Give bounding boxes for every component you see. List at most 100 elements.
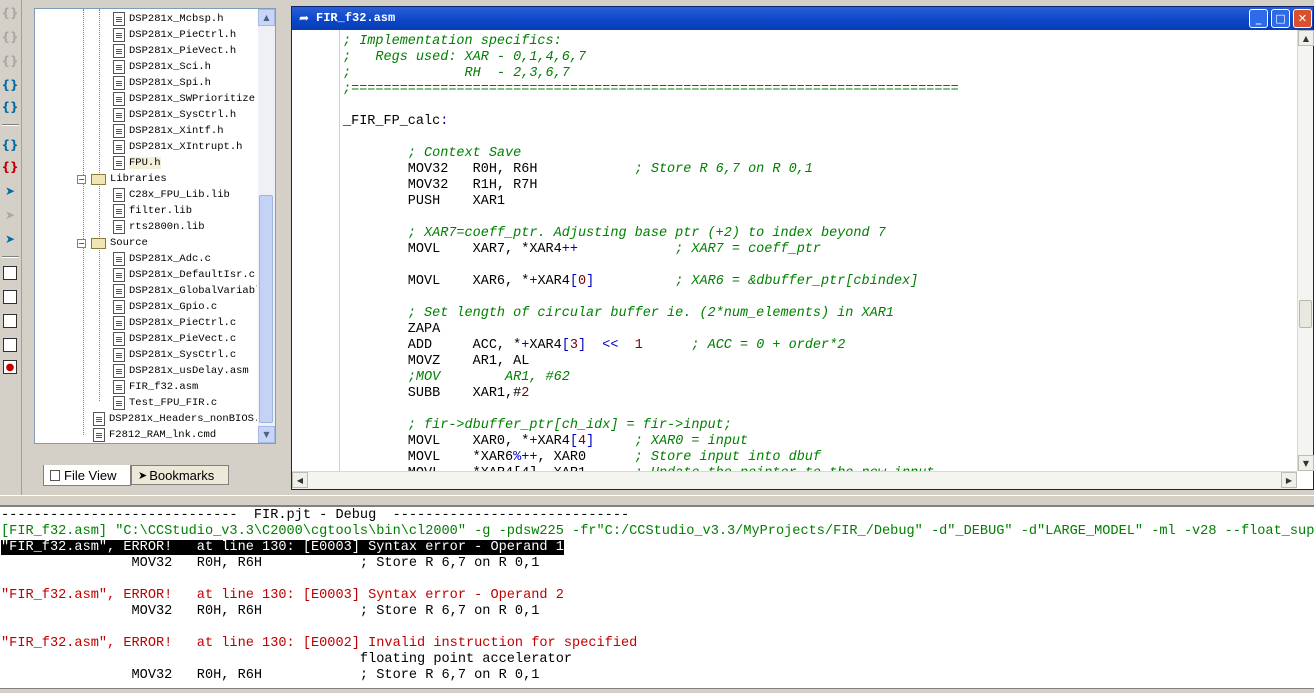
build-output-window[interactable]: ----------------------------- FIR.pjt - … bbox=[0, 505, 1314, 688]
tree-item[interactable]: F2812_RAM_lnk.cmd bbox=[93, 427, 216, 443]
code-line[interactable]: ;=======================================… bbox=[343, 82, 959, 98]
tree-item[interactable]: DSP281x_Gpio.c bbox=[113, 299, 217, 315]
tree-item[interactable]: Test_FPU_FIR.c bbox=[113, 395, 217, 411]
editor-scroll-up-icon[interactable]: ▲ bbox=[1298, 30, 1314, 46]
step-asm-into-icon[interactable]: {} bbox=[1, 98, 19, 116]
editor-title-bar[interactable]: ➦ FIR_f32.asm _ □ ✕ bbox=[292, 7, 1313, 30]
toggle-breakpoint-icon[interactable]: {} bbox=[1, 158, 19, 176]
code-line[interactable]: ; fir->dbuffer_ptr[ch_idx] = fir->input; bbox=[343, 418, 732, 434]
editor-scroll-right-icon[interactable]: ▶ bbox=[1281, 472, 1297, 488]
step-into-icon[interactable]: {} bbox=[1, 4, 19, 22]
output-line[interactable]: MOV32 R0H, R6H ; Store R 6,7 on R 0,1 bbox=[1, 556, 540, 572]
code-line[interactable]: MOVZ AR1, AL bbox=[343, 354, 530, 370]
tree-item[interactable]: DSP281x_Xintf.h bbox=[113, 123, 224, 139]
editor-scroll-down-icon[interactable]: ▼ bbox=[1298, 455, 1314, 471]
collapse-icon[interactable]: − bbox=[77, 174, 86, 184]
tree-folder[interactable]: − Libraries bbox=[77, 171, 167, 187]
step-over-icon[interactable]: {} bbox=[1, 28, 19, 46]
register-window-icon[interactable] bbox=[3, 290, 17, 304]
memory-window-icon[interactable] bbox=[3, 266, 17, 280]
code-line[interactable]: MOV32 R0H, R6H ; Store R 6,7 on R 0,1 bbox=[343, 162, 813, 178]
code-line[interactable]: ; Context Save bbox=[343, 146, 521, 162]
tree-item[interactable]: FIR_f32.asm bbox=[113, 379, 198, 395]
code-area[interactable]: ; Implementation specifics:; Regs used: … bbox=[292, 30, 1297, 471]
tree-item[interactable]: DSP281x_SysCtrl.h bbox=[113, 107, 236, 123]
tree-item[interactable]: DSP281x_PieVect.c bbox=[113, 331, 236, 347]
pane-splitter[interactable] bbox=[0, 495, 1314, 505]
file-icon bbox=[113, 76, 125, 90]
tree-item[interactable]: DSP281x_PieCtrl.h bbox=[113, 27, 236, 43]
output-line[interactable]: floating point accelerator bbox=[1, 652, 572, 668]
editor-horizontal-scrollbar[interactable]: ◀ ▶ bbox=[292, 471, 1297, 489]
tree-item[interactable]: DSP281x_GlobalVariabl bbox=[113, 283, 257, 299]
code-line[interactable]: ;MOV AR1, #62 bbox=[343, 370, 570, 386]
error-line[interactable]: "FIR_f32.asm", ERROR! at line 130: [E000… bbox=[1, 540, 564, 556]
tree-scroll-thumb[interactable] bbox=[259, 195, 273, 423]
code-line[interactable]: SUBB XAR1,#2 bbox=[343, 386, 530, 402]
editor-scroll-left-icon[interactable]: ◀ bbox=[292, 472, 308, 488]
scroll-up-icon[interactable]: ▲ bbox=[258, 9, 275, 26]
minimize-button[interactable]: _ bbox=[1249, 9, 1268, 28]
output-line[interactable]: [FIR_f32.asm] "C:\CCStudio_v3.3\C2000\cg… bbox=[1, 524, 1314, 540]
step-asm-over-icon[interactable]: {} bbox=[1, 136, 19, 154]
tree-item[interactable]: DSP281x_XIntrupt.h bbox=[113, 139, 242, 155]
tree-item[interactable]: DSP281x_PieVect.h bbox=[113, 43, 236, 59]
tree-item[interactable]: DSP281x_SysCtrl.c bbox=[113, 347, 236, 363]
tab-file-view[interactable]: File View bbox=[43, 465, 131, 486]
tree-item[interactable]: C28x_FPU_Lib.lib bbox=[113, 187, 230, 203]
tree-item[interactable]: DSP281x_Mcbsp.h bbox=[113, 11, 224, 27]
collapse-icon[interactable]: − bbox=[77, 238, 86, 248]
tree-item[interactable]: rts2800n.lib bbox=[113, 219, 205, 235]
editor-scroll-thumb[interactable] bbox=[1299, 300, 1312, 328]
step-out-icon[interactable]: {} bbox=[1, 52, 19, 70]
error-line[interactable]: "FIR_f32.asm", ERROR! at line 130: [E000… bbox=[1, 636, 637, 652]
editor-gutter[interactable] bbox=[292, 30, 340, 471]
code-line[interactable]: MOV32 R1H, R7H bbox=[343, 178, 538, 194]
code-line[interactable]: ADD ACC, *+XAR4[3] << 1 ; ACC = 0 + orde… bbox=[343, 338, 846, 354]
tree-item[interactable]: filter.lib bbox=[113, 203, 192, 219]
editor-vertical-scrollbar[interactable]: ▲ ▼ bbox=[1297, 30, 1314, 471]
file-icon bbox=[113, 28, 125, 42]
output-line[interactable]: ----------------------------- FIR.pjt - … bbox=[1, 508, 629, 524]
tree-item[interactable]: DSP281x_Sci.h bbox=[113, 59, 211, 75]
tab-bookmarks[interactable]: ➤ Bookmarks bbox=[131, 465, 229, 485]
error-line[interactable]: "FIR_f32.asm", ERROR! at line 130: [E000… bbox=[1, 588, 564, 604]
tree-folder[interactable]: − Source bbox=[77, 235, 148, 251]
project-tree[interactable]: DSP281x_Mcbsp.h DSP281x_PieCtrl.h DSP281x_… bbox=[35, 9, 257, 443]
halt-disabled-icon[interactable]: ➤ bbox=[1, 206, 19, 224]
tree-item[interactable]: DSP281x_Headers_nonBIOS. bbox=[93, 411, 257, 427]
run-to-cursor-icon[interactable]: {} bbox=[1, 76, 19, 94]
close-button[interactable]: ✕ bbox=[1293, 9, 1312, 28]
code-line[interactable]: MOVL XAR0, *+XAR4[4] ; XAR0 = input bbox=[343, 434, 748, 450]
scroll-down-icon[interactable]: ▼ bbox=[258, 426, 275, 443]
code-line[interactable]: ; Implementation specifics: bbox=[343, 34, 562, 50]
tree-item[interactable]: DSP281x_PieCtrl.c bbox=[113, 315, 236, 331]
code-line[interactable]: _FIR_FP_calc: bbox=[343, 114, 448, 130]
code-line[interactable]: ; Regs used: XAR - 0,1,4,6,7 bbox=[343, 50, 586, 66]
code-line[interactable]: ; RH - 2,3,6,7 bbox=[343, 66, 570, 82]
tree-item[interactable]: DSP281x_Adc.c bbox=[113, 251, 211, 267]
output-line[interactable]: MOV32 R0H, R6H ; Store R 6,7 on R 0,1 bbox=[1, 604, 540, 620]
run-icon[interactable]: ➤ bbox=[1, 182, 19, 200]
code-line[interactable]: ; XAR7=coeff_ptr. Adjusting base ptr (+2… bbox=[343, 226, 886, 242]
tree-item[interactable]: DSP281x_usDelay.asm bbox=[113, 363, 249, 379]
code-line[interactable]: MOVL XAR7, *XAR4++ ; XAR7 = coeff_ptr bbox=[343, 242, 821, 258]
disassembly-icon[interactable] bbox=[3, 314, 17, 328]
tree-item[interactable]: DSP281x_Spi.h bbox=[113, 75, 211, 91]
output-line[interactable]: MOV32 R0H, R6H ; Store R 6,7 on R 0,1 bbox=[1, 668, 540, 684]
code-line[interactable]: MOVL XAR6, *+XAR4[0] ; XAR6 = &dbuffer_p… bbox=[343, 274, 918, 290]
code-line[interactable]: ; Set length of circular buffer ie. (2*n… bbox=[343, 306, 894, 322]
code-line[interactable]: MOVL *XAR6%++, XAR0 ; Store input into d… bbox=[343, 450, 821, 466]
maximize-button[interactable]: □ bbox=[1271, 9, 1290, 28]
tree-item[interactable]: DSP281x_DefaultIsr.c bbox=[113, 267, 255, 283]
code-line[interactable]: ZAPA bbox=[343, 322, 440, 338]
tree-vertical-scrollbar[interactable]: ▲ ▼ bbox=[258, 9, 275, 443]
animate-icon[interactable]: ➤ bbox=[1, 230, 19, 248]
halt-icon[interactable]: ● bbox=[3, 360, 17, 374]
tree-item[interactable]: FPU.h bbox=[113, 155, 161, 171]
tree-item[interactable]: DSP281x_SWPrioritize bbox=[113, 91, 255, 107]
code-line[interactable]: PUSH XAR1 bbox=[343, 194, 505, 210]
watch-window-icon[interactable] bbox=[3, 338, 17, 352]
